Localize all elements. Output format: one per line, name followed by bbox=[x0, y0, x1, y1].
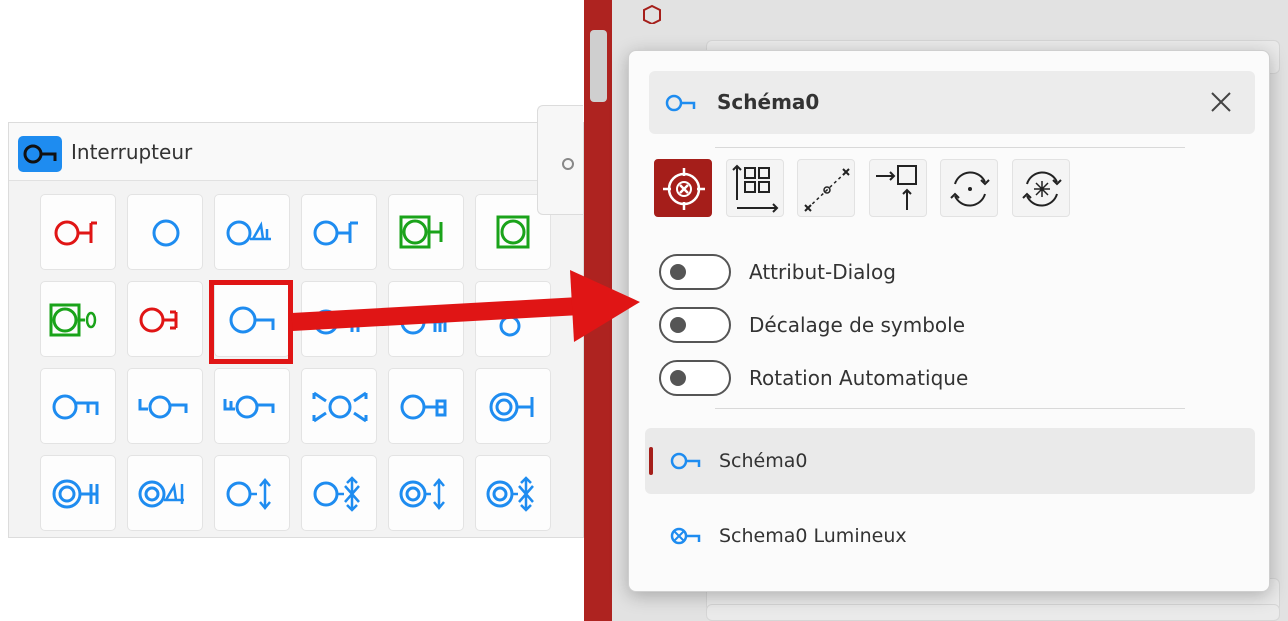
lit-switch-symbol-icon bbox=[670, 527, 701, 545]
toggle-attribut-dialog[interactable] bbox=[659, 254, 731, 290]
cube-icon bbox=[643, 4, 661, 24]
popup-title: Schéma0 bbox=[717, 90, 820, 114]
rotate-icon[interactable] bbox=[940, 159, 998, 217]
list-item-label: Schéma0 bbox=[719, 450, 808, 472]
selection-highlight bbox=[209, 280, 293, 364]
symbol-ring-updown[interactable] bbox=[388, 455, 464, 531]
panel-header[interactable]: Interrupteur bbox=[9, 123, 583, 181]
separator bbox=[715, 147, 1185, 148]
sidebar-handle bbox=[590, 30, 607, 102]
toggle-auto-rotation[interactable] bbox=[659, 360, 731, 396]
close-icon[interactable] bbox=[1209, 90, 1233, 114]
symbol-ring-bipolar[interactable] bbox=[40, 455, 116, 531]
symbol-switch-updown[interactable] bbox=[214, 455, 290, 531]
symbol-switch-dim[interactable] bbox=[214, 194, 290, 270]
popup-header: Schéma0 bbox=[649, 71, 1255, 134]
list-item-label: Schema0 Lumineux bbox=[719, 525, 907, 547]
separator bbox=[715, 408, 1185, 409]
toggle-knob bbox=[670, 317, 686, 333]
symbol-switch-two-way[interactable] bbox=[301, 281, 377, 357]
symbol-switch-key[interactable] bbox=[388, 368, 464, 444]
symbol-switch-left-arm[interactable] bbox=[127, 368, 203, 444]
toggle-label-symbol-offset: Décalage de symbole bbox=[749, 313, 966, 337]
symbol-switch-red-2[interactable] bbox=[127, 281, 203, 357]
symbol-ring-star[interactable] bbox=[475, 455, 551, 531]
selection-indicator bbox=[649, 447, 653, 475]
toggle-label-attribut-dialog: Attribut-Dialog bbox=[749, 260, 896, 284]
toggle-knob bbox=[670, 264, 686, 280]
toggle-knob bbox=[670, 370, 686, 386]
symbol-switch-pull[interactable] bbox=[40, 368, 116, 444]
symbol-circle[interactable] bbox=[127, 194, 203, 270]
properties-popup: Schéma0 Attribut-Dialog Décalage de symb… bbox=[628, 50, 1270, 592]
symbol-switch-cross[interactable] bbox=[301, 368, 377, 444]
array-icon[interactable] bbox=[726, 159, 784, 217]
side-tab[interactable] bbox=[537, 105, 583, 215]
list-item-schema0-lumineux[interactable]: Schema0 Lumineux bbox=[645, 503, 1255, 569]
rotate-light-icon[interactable] bbox=[1012, 159, 1070, 217]
symbol-box-green-1[interactable] bbox=[388, 194, 464, 270]
symbol-circle-small[interactable] bbox=[475, 281, 551, 357]
symbol-switch-double-arm[interactable] bbox=[214, 368, 290, 444]
symbol-switch-three-way[interactable] bbox=[388, 281, 464, 357]
switch-icon bbox=[18, 136, 62, 172]
symbol-switch-star[interactable] bbox=[301, 455, 377, 531]
symbol-switch-red-1[interactable] bbox=[40, 194, 116, 270]
connect-points-icon[interactable] bbox=[797, 159, 855, 217]
symbol-switch-blue-1[interactable] bbox=[301, 194, 377, 270]
panel-title: Interrupteur bbox=[71, 140, 193, 164]
target-icon[interactable] bbox=[654, 159, 712, 217]
list-item-schema0[interactable]: Schéma0 bbox=[645, 428, 1255, 494]
search-icon bbox=[562, 158, 574, 170]
switch-symbol-icon bbox=[670, 452, 701, 470]
background-row bbox=[706, 604, 1280, 621]
toggle-symbol-offset[interactable] bbox=[659, 307, 731, 343]
move-to-icon[interactable] bbox=[869, 159, 927, 217]
toggle-label-auto-rotation: Rotation Automatique bbox=[749, 366, 969, 390]
symbol-switch-ring[interactable] bbox=[475, 368, 551, 444]
symbol-ring-dim[interactable] bbox=[127, 455, 203, 531]
symbol-box-green-3[interactable] bbox=[40, 281, 116, 357]
switch-symbol-icon bbox=[665, 94, 696, 112]
